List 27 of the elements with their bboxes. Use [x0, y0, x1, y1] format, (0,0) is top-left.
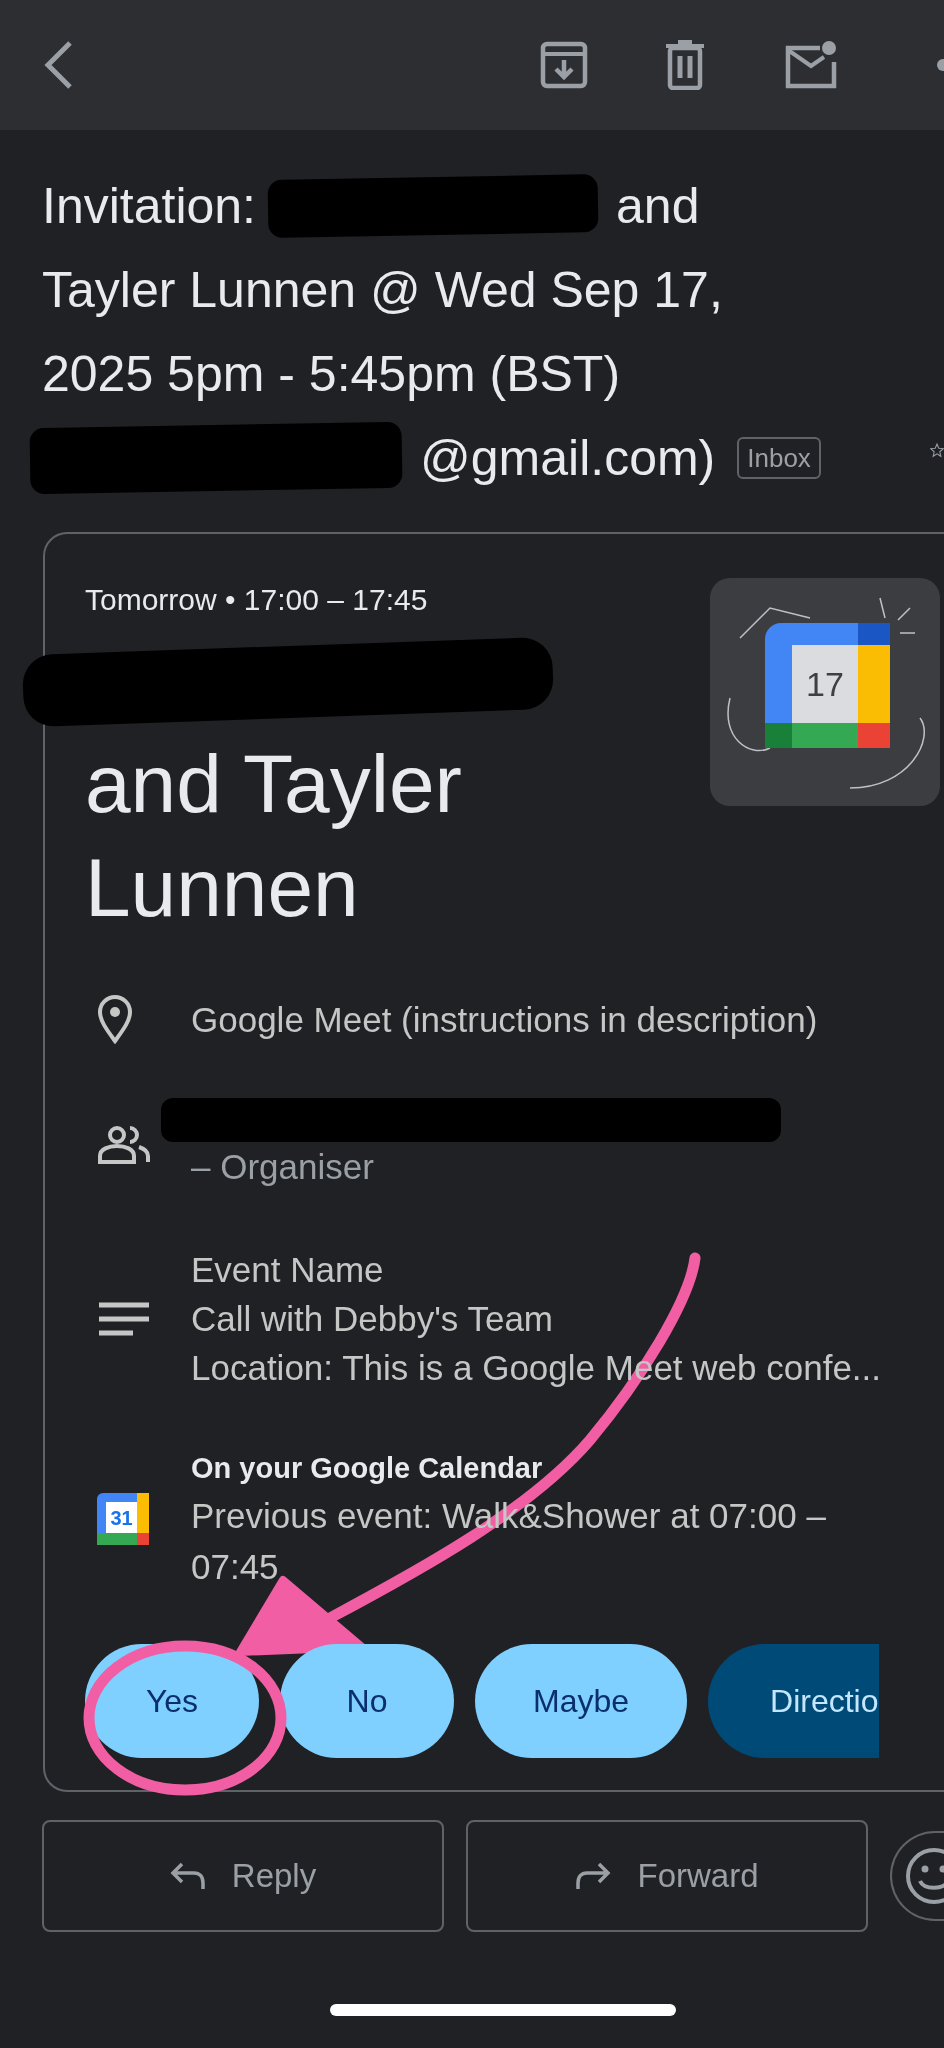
event-time: Tomorrow • 17:00 – 17:45 [85, 582, 429, 618]
detail-text: Call with Debby's Team [191, 1298, 554, 1340]
detail-text: – Organiser [191, 1146, 375, 1188]
detail-text: Event Name [191, 1249, 385, 1291]
text-lines-icon [97, 1300, 151, 1337]
directions-button[interactable]: Directio [708, 1644, 879, 1758]
event-title: and Tayler Lunnen [85, 737, 463, 935]
more-menu-icon[interactable] [934, 58, 944, 72]
subject-text: @gmail.com) [420, 429, 716, 488]
detail-text: Google Meet (instructions in description) [191, 998, 818, 1041]
subject-text: 2025 5pm - 5:45pm (BST) [42, 345, 621, 404]
inbox-label[interactable]: Inbox [737, 437, 821, 479]
subject-text: and [616, 177, 700, 236]
rsvp-button[interactable]: Maybe [475, 1644, 688, 1758]
subject-text: Tayler Lunnen @ Wed Sep 17, [42, 261, 723, 320]
calendar-app-icon: 31 [97, 1493, 149, 1545]
reply-button[interactable]: Reply [42, 1820, 444, 1932]
reply-icon [169, 1861, 206, 1891]
location-pin-icon [97, 994, 133, 1044]
forward-icon [575, 1861, 612, 1891]
detail-heading: On your Google Calendar [191, 1451, 544, 1486]
calendar-logo-drawing: 17 [727, 597, 925, 789]
emoji-button[interactable] [890, 1831, 944, 1921]
subject-text: Invitation: [42, 177, 256, 236]
people-icon [97, 1124, 151, 1165]
forward-button[interactable]: Forward [466, 1820, 868, 1932]
rsvp-button[interactable]: No [280, 1644, 454, 1758]
